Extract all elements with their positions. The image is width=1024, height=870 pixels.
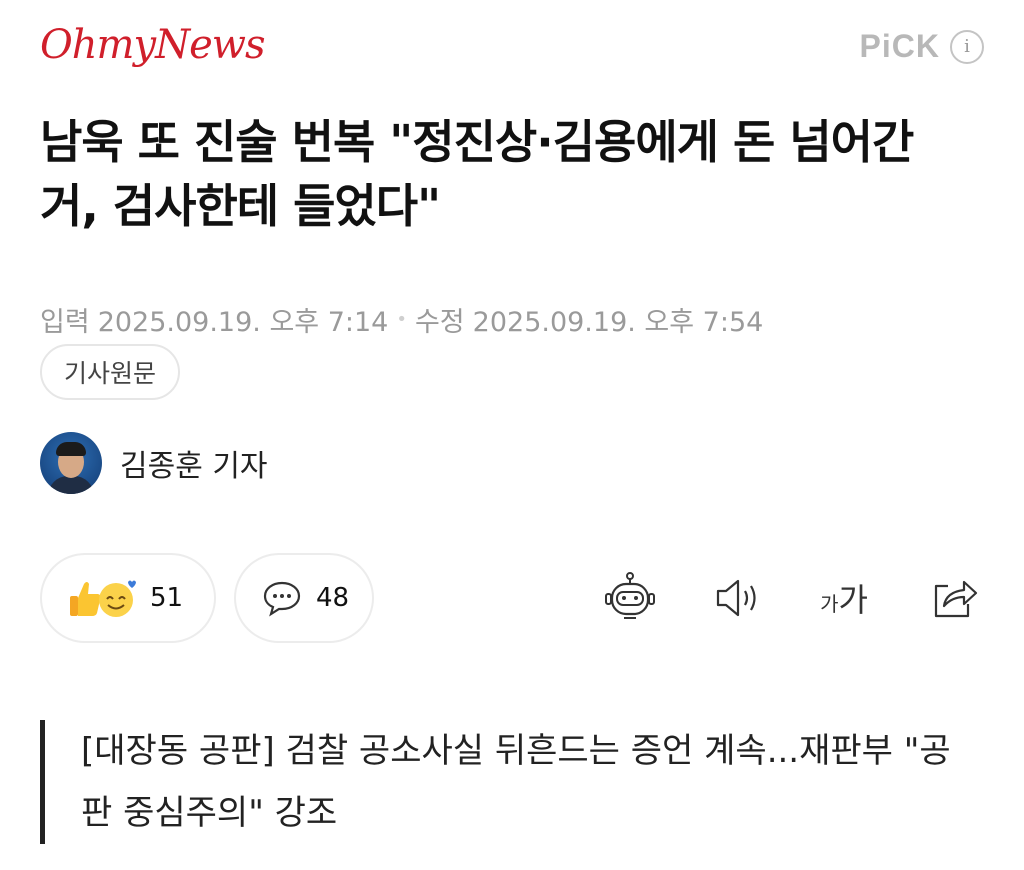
- tts-speaker-button[interactable]: [710, 570, 766, 626]
- share-button[interactable]: [926, 570, 982, 626]
- edit-label: 수정: [414, 307, 465, 338]
- reaction-emojis: [68, 578, 136, 618]
- edit-date: 2025.09.19. 오후 7:54: [472, 307, 764, 338]
- share-icon: [934, 580, 978, 618]
- font-size-icon: 가가: [820, 575, 868, 621]
- robot-summary-icon: [605, 572, 655, 619]
- pick-label: PiCK: [859, 28, 940, 64]
- author-avatar[interactable]: [40, 432, 102, 494]
- author-name[interactable]: 김종훈 기자: [120, 441, 268, 485]
- comment-icon: [263, 581, 301, 617]
- article-title: 남욱 또 진술 번복 "정진상·김용에게 돈 넘어간 거, 검사한테 들었다": [40, 115, 914, 233]
- comment-button[interactable]: 48: [234, 553, 374, 643]
- speaker-icon: [716, 579, 756, 617]
- summary-bot-button[interactable]: [602, 570, 658, 626]
- reaction-button[interactable]: 51: [40, 553, 216, 643]
- info-icon[interactable]: i: [950, 29, 984, 64]
- font-big-glyph: 가: [838, 581, 868, 619]
- article-dates: 입력 2025.09.19. 오후 7:14 • 수정 2025.09.19. …: [40, 300, 763, 339]
- smile-icon: [99, 580, 136, 617]
- original-article-button[interactable]: 기사원문: [40, 344, 181, 400]
- pick-badge[interactable]: PiCK i: [860, 28, 984, 65]
- input-date: 2025.09.19. 오후 7:14: [97, 307, 389, 338]
- font-small-glyph: 가: [820, 592, 839, 616]
- input-label: 입력: [40, 307, 90, 338]
- author-row[interactable]: 김종훈 기자: [40, 432, 268, 494]
- font-size-button[interactable]: 가가: [812, 570, 876, 626]
- article-subtitle: [대장동 공판] 검찰 공소사실 뒤흔드는 증언 계속...재판부 "공판 중심…: [40, 720, 960, 844]
- reaction-count: 51: [150, 583, 184, 613]
- separator-dot: •: [396, 309, 407, 330]
- comment-count: 48: [316, 583, 350, 613]
- ohmynews-logo[interactable]: OhmyNews: [40, 22, 266, 68]
- top-bar: OhmyNews PiCK i: [0, 0, 1024, 100]
